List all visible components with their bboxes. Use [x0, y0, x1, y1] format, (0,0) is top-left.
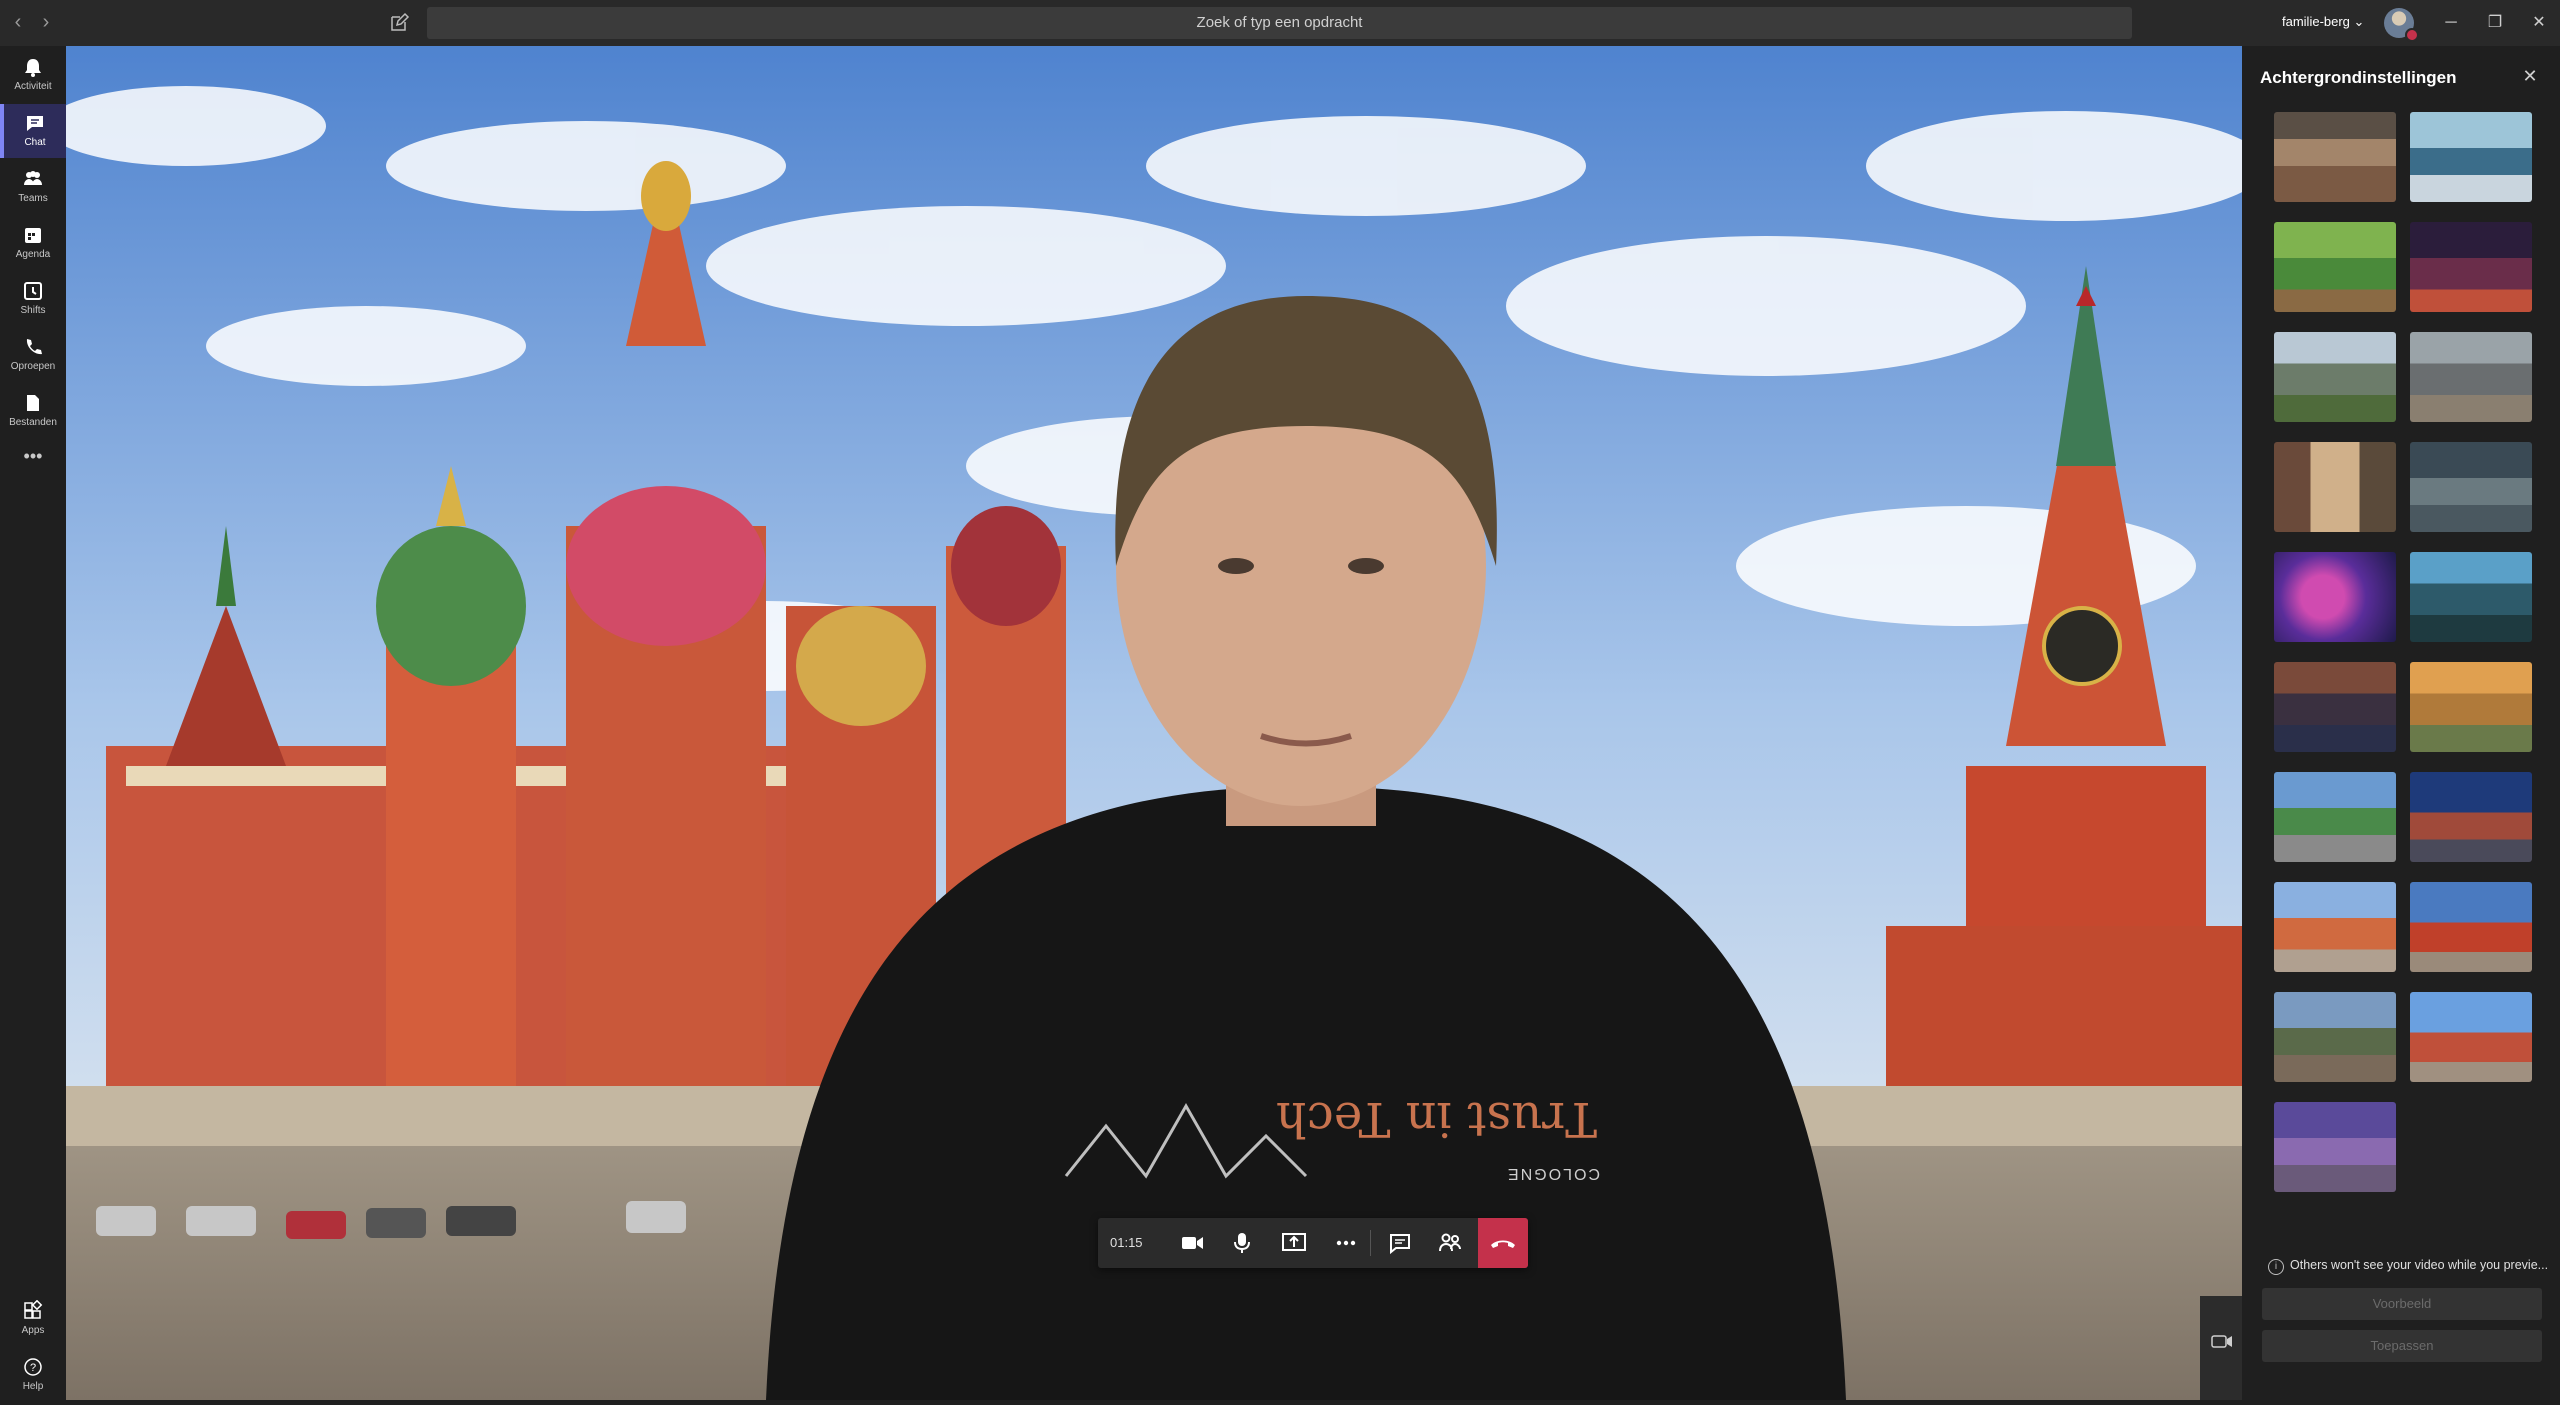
- rail-label: Apps: [21, 1325, 45, 1336]
- background-thumbnail[interactable]: [2410, 992, 2532, 1082]
- rail-label: Bestanden: [9, 417, 57, 428]
- background-thumbnail[interactable]: [2410, 332, 2532, 422]
- rail-item-oproepen[interactable]: Oproepen: [0, 328, 66, 382]
- close-window-icon[interactable]: ✕: [2526, 10, 2552, 36]
- toolbar-divider: [1370, 1230, 1371, 1256]
- tenant-switcher[interactable]: familie-berg ⌄: [2282, 14, 2364, 30]
- title-bar: ‹ › Zoek of typ een opdracht familie-ber…: [0, 0, 2560, 46]
- background-thumbnail[interactable]: [2410, 772, 2532, 862]
- rail-label: Chat: [24, 137, 46, 148]
- phone-icon: [26, 339, 42, 355]
- calendar-icon: [25, 228, 41, 243]
- preview-notice: i Others won't see your video while you p…: [2268, 1258, 2558, 1275]
- chat-icon: [27, 116, 43, 131]
- rail-item-apps[interactable]: Apps: [0, 1292, 66, 1346]
- clock-icon: [24, 282, 42, 300]
- microphone-toggle-icon[interactable]: [1226, 1227, 1258, 1259]
- rail-item-shifts[interactable]: Shifts: [0, 272, 66, 326]
- moscow-background-image: [66, 46, 2242, 1400]
- background-thumbnail[interactable]: [2274, 222, 2396, 312]
- minimize-icon[interactable]: ─: [2438, 10, 2464, 36]
- apply-button[interactable]: Toepassen: [2262, 1330, 2542, 1362]
- video-off-icon: [2211, 1335, 2232, 1348]
- search-input[interactable]: Zoek of typ een opdracht: [427, 7, 2132, 39]
- close-panel-icon[interactable]: ✕: [2520, 66, 2540, 86]
- info-icon: i: [2268, 1259, 2284, 1275]
- restore-icon[interactable]: ❐: [2482, 10, 2508, 36]
- app-rail: Activiteit Chat Teams Agenda Shifts Opro…: [0, 46, 66, 1400]
- rail-item-activiteit[interactable]: Activiteit: [0, 48, 66, 102]
- background-thumbnail[interactable]: [2274, 992, 2396, 1082]
- self-view-tile[interactable]: [2200, 1296, 2242, 1400]
- video-stage: Trust in Tech COLOGNE 01:15: [66, 46, 2242, 1400]
- compose-icon[interactable]: [388, 12, 410, 34]
- participants-icon[interactable]: [1434, 1227, 1466, 1259]
- help-icon: ?: [24, 1358, 42, 1376]
- camera-toggle-icon[interactable]: [1176, 1227, 1208, 1259]
- forward-arrow-icon[interactable]: ›: [34, 10, 58, 34]
- svg-text:?: ?: [30, 1362, 36, 1374]
- more-apps-icon[interactable]: •••: [0, 444, 66, 498]
- background-thumbnail[interactable]: [2274, 112, 2396, 202]
- background-settings-panel: Achtergrondinstellingen ✕ i Others won't …: [2242, 46, 2560, 1400]
- rail-item-chat[interactable]: Chat: [0, 104, 66, 158]
- background-thumbnail[interactable]: [2274, 552, 2396, 642]
- background-thumbnail[interactable]: [2274, 882, 2396, 972]
- bell-icon: [25, 59, 41, 77]
- background-thumbnail[interactable]: [2274, 332, 2396, 422]
- file-icon: [27, 395, 39, 411]
- back-arrow-icon[interactable]: ‹: [6, 10, 30, 34]
- background-thumbnail[interactable]: [2274, 1102, 2396, 1192]
- background-thumbnail[interactable]: [2410, 882, 2532, 972]
- apps-icon: [24, 1300, 43, 1319]
- background-thumbnail[interactable]: [2410, 442, 2532, 532]
- preview-button[interactable]: Voorbeeld: [2262, 1288, 2542, 1320]
- rail-label: Shifts: [20, 305, 46, 316]
- hang-up-icon: [1491, 1240, 1515, 1248]
- background-thumbnail[interactable]: [2410, 222, 2532, 312]
- rail-item-bestanden[interactable]: Bestanden: [0, 384, 66, 438]
- background-thumbnail[interactable]: [2410, 112, 2532, 202]
- rail-item-teams[interactable]: Teams: [0, 160, 66, 214]
- rail-item-help[interactable]: ? Help: [0, 1348, 66, 1402]
- share-screen-icon[interactable]: [1278, 1227, 1310, 1259]
- more-actions-icon[interactable]: [1330, 1227, 1362, 1259]
- background-thumbnail[interactable]: [2274, 772, 2396, 862]
- call-controls: 01:15: [1098, 1218, 1528, 1268]
- presence-busy-icon: [2405, 28, 2419, 42]
- call-timer: 01:15: [1110, 1235, 1143, 1250]
- panel-title: Achtergrondinstellingen: [2260, 68, 2457, 87]
- background-thumbnail[interactable]: [2274, 442, 2396, 532]
- background-thumbnail[interactable]: [2274, 662, 2396, 752]
- rail-label: Activiteit: [14, 81, 52, 92]
- shirt-text: Trust in Tech: [1276, 1091, 1598, 1147]
- rail-label: Help: [22, 1381, 44, 1392]
- rail-label: Teams: [18, 193, 48, 204]
- conversation-icon[interactable]: [1384, 1227, 1416, 1259]
- preview-notice-text: Others won't see your video while you pr…: [2290, 1258, 2549, 1272]
- hang-up-button[interactable]: [1478, 1218, 1528, 1268]
- rail-label: Agenda: [15, 249, 51, 260]
- shirt-subtext: COLOGNE: [1506, 1165, 1601, 1182]
- background-thumbnail[interactable]: [2410, 552, 2532, 642]
- background-thumbnail[interactable]: [2410, 662, 2532, 752]
- teams-icon: [24, 171, 42, 185]
- rail-label: Oproepen: [10, 361, 56, 372]
- rail-item-agenda[interactable]: Agenda: [0, 216, 66, 270]
